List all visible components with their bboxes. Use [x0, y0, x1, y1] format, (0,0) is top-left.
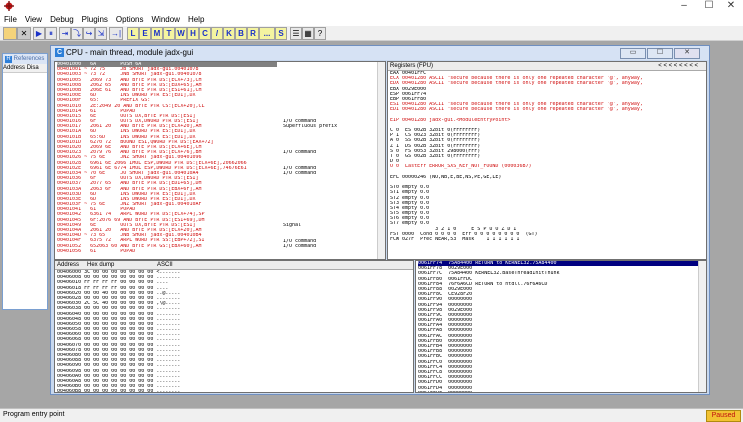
handles-button[interactable]: H — [187, 27, 199, 40]
paused-badge: Paused — [706, 410, 741, 422]
grid-icon[interactable]: ▦ — [302, 27, 314, 40]
registers-header: Registers (FPU) < < < < < < < < — [388, 62, 706, 71]
source-button[interactable]: S — [275, 27, 287, 40]
dump-line[interactable]: 004060B8 00 00 00 00 00 00 00 00 .......… — [57, 389, 413, 392]
cpu-window-header: C CPU - main thread, module jadx-gui ▭ ☐… — [51, 46, 709, 60]
toolbar: ✕ ▶ ⏸ ⇥ ⤵ ↪ ⇲ →| L E M T W H C / K B R .… — [0, 26, 743, 41]
registers-nav[interactable]: < < < < < < < < — [658, 62, 698, 70]
pause-button[interactable]: ⏸ — [45, 27, 57, 40]
menu-help[interactable]: Help — [184, 14, 208, 26]
disasm-comment: Signal — [283, 223, 302, 229]
help-icon[interactable]: ? — [314, 27, 326, 40]
modules-button[interactable]: E — [139, 27, 151, 40]
title-bar: – ☐ ✕ — [0, 0, 743, 14]
disassembly-pane[interactable]: 00401000 6A PUSH 6A 00401001 ~ 72 75 JB S… — [54, 61, 386, 260]
open-button[interactable] — [3, 27, 17, 40]
close-program-button[interactable]: ✕ — [17, 27, 31, 40]
disassembly-scrollbar[interactable] — [377, 62, 385, 259]
bug-icon — [4, 1, 14, 11]
registers-listing[interactable]: EAX 00401FFC ECX 00401280 ASCII "secure b… — [388, 71, 706, 242]
references-title: R References — [3, 54, 47, 64]
run-button[interactable]: ▶ — [33, 27, 45, 40]
call-stack-button[interactable]: K — [223, 27, 235, 40]
dump-col-ascii[interactable]: ASCII — [157, 262, 173, 268]
disasm-comment: I/O command — [283, 244, 317, 249]
dump-header: Address Hex dump ASCII — [55, 261, 413, 270]
memory-button[interactable]: M — [151, 27, 163, 40]
stack-pane[interactable]: 0061FF74 75A84400 RETURN to KERNEL32.75A… — [415, 260, 707, 393]
menu-file[interactable]: File — [0, 14, 21, 26]
stack-listing[interactable]: 0061FF74 75A84400 RETURN to KERNEL32.75A… — [416, 261, 706, 392]
run-trace-button[interactable]: ... — [259, 27, 275, 40]
cpu-window-title: CPU - main thread, module jadx-gui — [66, 48, 194, 57]
references-window[interactable]: R References Address Disa — [2, 53, 48, 310]
minimize-button[interactable]: – — [671, 0, 697, 14]
threads-button[interactable]: T — [163, 27, 175, 40]
trace-into-button[interactable]: ↪ — [83, 27, 95, 40]
menu-bar: File View Debug Plugins Options Window Help — [0, 14, 743, 26]
dump-pane[interactable]: Address Hex dump ASCII 00406000 3C 00 00 0… — [54, 260, 414, 393]
cpu-minimize-button[interactable]: ▭ — [620, 48, 646, 59]
cpu-close-button[interactable]: ✕ — [674, 48, 700, 59]
windows-button[interactable]: W — [175, 27, 187, 40]
dump-listing[interactable]: 00406000 3C 00 00 00 00 00 00 00 <......… — [55, 270, 413, 392]
menu-debug[interactable]: Debug — [46, 14, 78, 26]
references-icon: R — [5, 56, 12, 63]
breakpoints-button[interactable]: B — [235, 27, 247, 40]
dump-col-hex[interactable]: Hex dump — [87, 261, 157, 269]
menu-window[interactable]: Window — [148, 14, 184, 26]
menu-plugins[interactable]: Plugins — [78, 14, 112, 26]
col-disasm[interactable]: Disa — [27, 65, 39, 71]
log-window-button[interactable]: L — [127, 27, 139, 40]
registers-pane[interactable]: Registers (FPU) < < < < < < < < EAX 0040… — [387, 61, 707, 260]
disassembly-listing[interactable]: 00401000 6A PUSH 6A 00401001 ~ 72 75 JB S… — [57, 62, 277, 254]
cpu-button[interactable]: C — [199, 27, 211, 40]
references-columns: Address Disa — [3, 64, 47, 73]
status-bar: Program entry point Paused — [0, 408, 743, 422]
patches-button[interactable]: / — [211, 27, 223, 40]
cpu-window[interactable]: C CPU - main thread, module jadx-gui ▭ ☐… — [50, 45, 710, 395]
step-into-button[interactable]: ⇥ — [59, 27, 71, 40]
cpu-icon: C — [55, 48, 64, 57]
disasm-comment: Superfluous prefix — [283, 124, 338, 130]
col-address[interactable]: Address — [3, 65, 25, 71]
step-over-button[interactable]: ⤵ — [71, 27, 83, 40]
cpu-maximize-button[interactable]: ☐ — [647, 48, 673, 59]
disasm-comment: I/O command — [283, 171, 317, 177]
registers-title: Registers (FPU) — [390, 63, 434, 69]
menu-options[interactable]: Options — [112, 14, 148, 26]
disasm-line[interactable]: 00401056 61 POPAD — [57, 249, 277, 254]
register-line[interactable]: FCW 027F Prec NEAR,53 Mask 1 1 1 1 1 1 — [390, 237, 706, 242]
status-text: Program entry point — [3, 411, 65, 418]
menu-view[interactable]: View — [21, 14, 46, 26]
close-button[interactable]: ✕ — [718, 0, 743, 14]
execute-till-return-button[interactable]: →| — [109, 27, 123, 40]
dump-col-address[interactable]: Address — [55, 261, 87, 269]
trace-over-button[interactable]: ⇲ — [95, 27, 107, 40]
references-button[interactable]: R — [247, 27, 259, 40]
mdi-area: R References Address Disa C CPU - main t… — [0, 41, 743, 408]
list-icon[interactable]: ☰ — [290, 27, 302, 40]
stack-line[interactable]: 0061FFD8 00000000 — [418, 391, 706, 392]
stack-scrollbar[interactable] — [698, 261, 706, 392]
disasm-comment: I/O command — [283, 150, 317, 156]
